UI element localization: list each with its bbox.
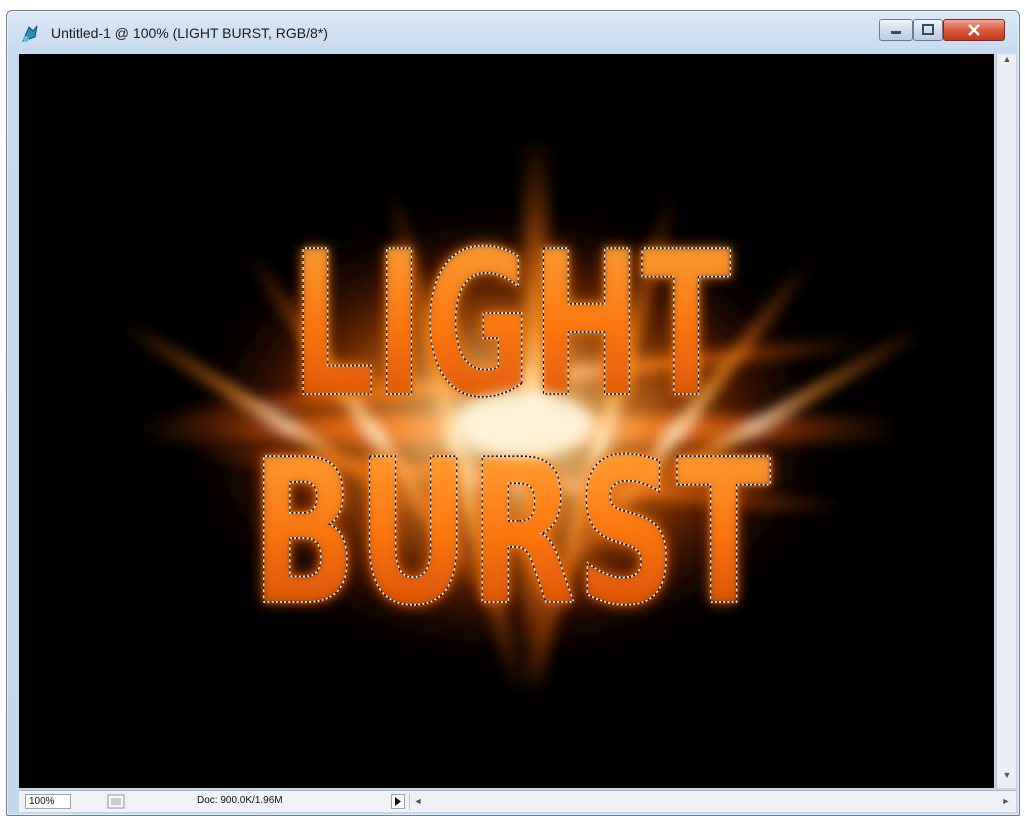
scroll-down-icon[interactable]: ▼ xyxy=(997,770,1017,788)
scroll-right-icon[interactable]: ► xyxy=(998,793,1014,810)
triangle-right-icon xyxy=(395,797,401,806)
status-bar: 100% Doc: 900.0K/1.96M ◄ ► xyxy=(19,790,1016,812)
minimize-button[interactable] xyxy=(879,19,913,41)
status-menu-button[interactable] xyxy=(391,794,405,809)
window-title: Untitled-1 @ 100% (LIGHT BURST, RGB/8*) xyxy=(51,25,328,41)
document-canvas[interactable]: LIGHT BURST LIGHT BURST LIGHT LIGHT BURS… xyxy=(19,54,994,788)
light-burst-artwork: LIGHT BURST LIGHT BURST LIGHT LIGHT BURS… xyxy=(19,54,994,788)
selection-dash-2: BURST xyxy=(251,417,771,650)
title-bar[interactable]: Untitled-1 @ 100% (LIGHT BURST, RGB/8*) xyxy=(7,11,1019,53)
selection-outline[interactable]: LIGHT LIGHT BURST BURST xyxy=(250,208,772,651)
document-size-info: Doc: 900.0K/1.96M xyxy=(197,795,283,806)
scroll-left-icon[interactable]: ◄ xyxy=(410,793,426,810)
close-button[interactable] xyxy=(943,19,1005,41)
zoom-level-field[interactable]: 100% xyxy=(25,794,71,809)
maximize-icon xyxy=(922,24,934,35)
preview-icon[interactable] xyxy=(107,794,125,809)
vertical-scrollbar[interactable]: ▲ ▼ xyxy=(996,54,1016,788)
maximize-button[interactable] xyxy=(913,19,943,41)
selection-dash-1: LIGHT xyxy=(291,209,731,442)
photoshop-doc-icon xyxy=(22,25,38,42)
minimize-icon xyxy=(891,31,901,34)
close-icon xyxy=(968,24,980,36)
horizontal-scrollbar[interactable]: ◄ ► xyxy=(409,793,1014,810)
scroll-up-icon[interactable]: ▲ xyxy=(997,54,1017,72)
